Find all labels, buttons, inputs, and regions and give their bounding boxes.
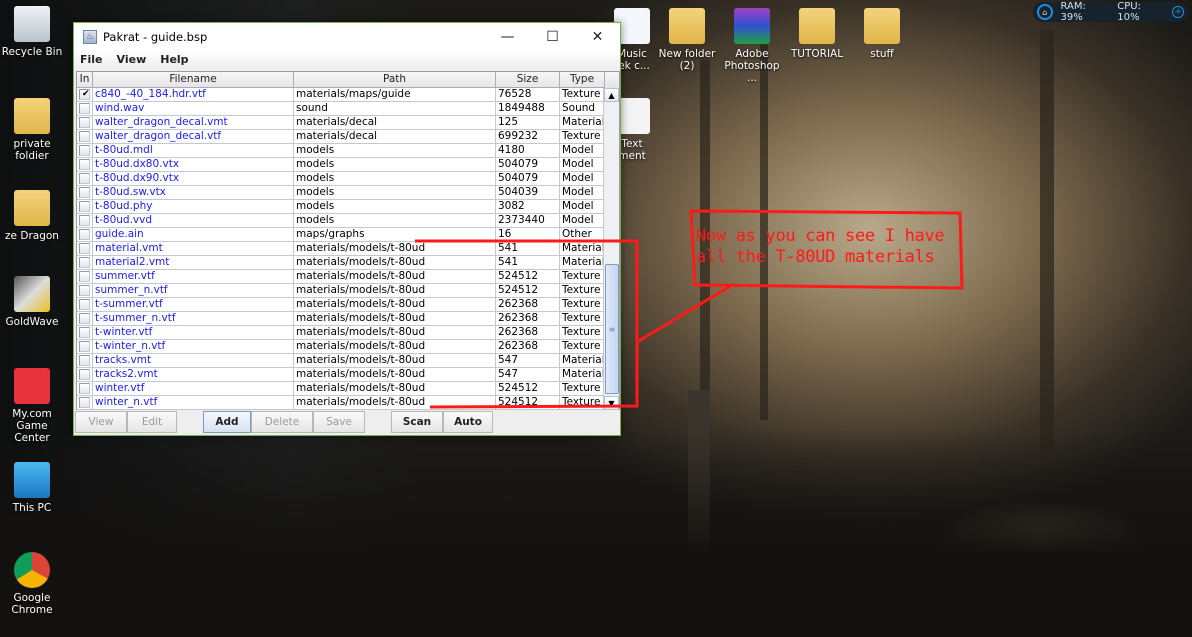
annotation-line-top	[415, 239, 639, 409]
annotation-text: Now as you can see I have all the T-80UD…	[696, 226, 945, 268]
annotation-line-2: all the T-80UD materials	[696, 247, 935, 267]
annotation-line-1: Now as you can see I have	[696, 226, 945, 246]
annotation-drawing	[415, 209, 964, 409]
annotation-pointer-line	[636, 283, 733, 344]
